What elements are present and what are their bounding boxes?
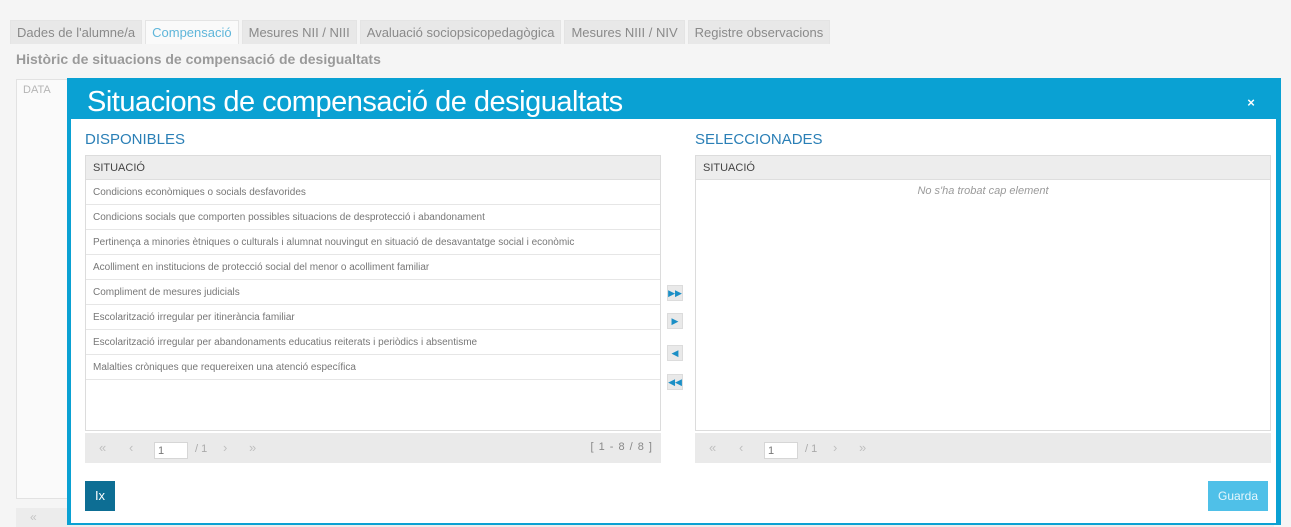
close-icon[interactable]: ×: [1245, 96, 1257, 109]
move-all-right-icon[interactable]: ▶▶: [667, 285, 683, 301]
page-title: Històric de situacions de compensació de…: [16, 51, 381, 67]
history-table-header-date: DATA: [23, 84, 51, 96]
list-item[interactable]: Compliment de mesures judicials: [86, 280, 660, 305]
available-pager: « ‹ / 1 › » [ 1 - 8 / 8 ]: [85, 433, 661, 463]
list-item[interactable]: Pertinença a minories ètniques o cultura…: [86, 230, 660, 255]
next-page-icon[interactable]: ›: [223, 440, 227, 455]
history-pager-first-button[interactable]: «: [30, 510, 37, 524]
exit-button[interactable]: Ix: [85, 481, 115, 511]
move-all-left-icon[interactable]: ◀◀: [667, 374, 683, 390]
first-page-icon[interactable]: «: [709, 440, 716, 455]
available-list: SITUACIÓ Condicions econòmiques o social…: [85, 155, 661, 431]
page-number-input[interactable]: [154, 442, 188, 459]
next-page-icon[interactable]: ›: [833, 440, 837, 455]
available-title: DISPONIBLES: [85, 131, 186, 148]
page-number-input[interactable]: [764, 442, 798, 459]
available-list-header[interactable]: SITUACIÓ: [86, 156, 660, 180]
selected-list-header[interactable]: SITUACIÓ: [696, 156, 1270, 180]
first-page-icon[interactable]: «: [99, 440, 106, 455]
tab-bar: Dades de l'alumne/a Compensació Mesures …: [10, 20, 831, 44]
list-item[interactable]: Acolliment en institucions de protecció …: [86, 255, 660, 280]
list-item[interactable]: Malalties cròniques que requereixen una …: [86, 355, 660, 380]
selected-list: SITUACIÓ No s'ha trobat cap element: [695, 155, 1271, 431]
last-page-icon[interactable]: »: [859, 440, 866, 455]
tab-compensation[interactable]: Compensació: [145, 20, 239, 44]
tab-measures-niii-niv[interactable]: Mesures NIII / NIV: [564, 20, 685, 44]
modal-body: DISPONIBLES SITUACIÓ Condicions econòmiq…: [71, 119, 1276, 523]
move-left-icon[interactable]: ◀: [667, 345, 683, 361]
selected-title: SELECCIONADES: [695, 131, 823, 148]
tab-sociopsychopedagogical-assessment[interactable]: Avaluació sociopsicopedagògica: [359, 20, 562, 44]
previous-page-icon[interactable]: ‹: [129, 440, 133, 455]
selected-pager: « ‹ / 1 › »: [695, 433, 1271, 463]
list-item[interactable]: Condicions socials que comporten possibl…: [86, 205, 660, 230]
modal-title: Situacions de compensació de desigualtat…: [87, 86, 623, 118]
tab-student-data[interactable]: Dades de l'alumne/a: [10, 20, 143, 44]
tab-measures-nii-niii[interactable]: Mesures NII / NIII: [241, 20, 357, 44]
tab-observations-register[interactable]: Registre observacions: [687, 20, 831, 44]
move-right-icon[interactable]: ▶: [667, 313, 683, 329]
record-count: [ 1 - 8 / 8 ]: [590, 441, 653, 453]
list-item[interactable]: Escolarització irregular per itinerància…: [86, 305, 660, 330]
page-total: / 1: [805, 443, 818, 455]
compensation-situations-modal: Situacions de compensació de desigualtat…: [67, 78, 1281, 525]
last-page-icon[interactable]: »: [249, 440, 256, 455]
previous-page-icon[interactable]: ‹: [739, 440, 743, 455]
empty-message: No s'ha trobat cap element: [917, 185, 1049, 197]
list-item[interactable]: Condicions econòmiques o socials desfavo…: [86, 180, 660, 205]
page-total: / 1: [195, 443, 208, 455]
list-item[interactable]: Escolarització irregular per abandonamen…: [86, 330, 660, 355]
save-button[interactable]: Guarda: [1208, 481, 1268, 511]
